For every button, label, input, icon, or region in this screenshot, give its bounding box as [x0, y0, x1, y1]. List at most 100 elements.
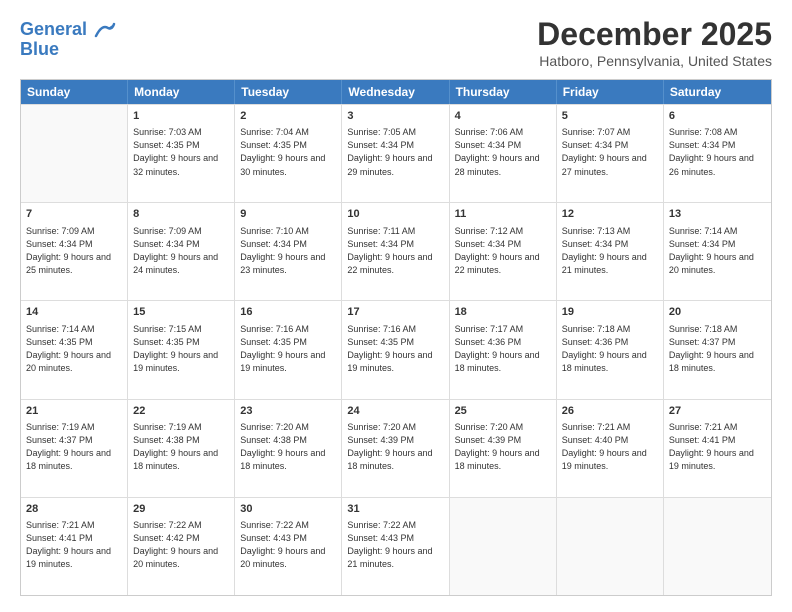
- calendar-cell-26: 26Sunrise: 7:21 AMSunset: 4:40 PMDayligh…: [557, 400, 664, 497]
- sub-title: Hatboro, Pennsylvania, United States: [537, 53, 772, 69]
- calendar-cell-empty: [450, 498, 557, 595]
- cell-info: Sunrise: 7:15 AMSunset: 4:35 PMDaylight:…: [133, 323, 229, 375]
- day-number: 29: [133, 502, 229, 517]
- cell-info: Sunrise: 7:11 AMSunset: 4:34 PMDaylight:…: [347, 225, 443, 277]
- calendar-row-3: 14Sunrise: 7:14 AMSunset: 4:35 PMDayligh…: [21, 300, 771, 398]
- sunset-text: Sunset: 4:36 PM: [455, 337, 522, 347]
- daylight-text: Daylight: 9 hours and 21 minutes.: [562, 252, 647, 275]
- header-tuesday: Tuesday: [235, 80, 342, 104]
- sunset-text: Sunset: 4:35 PM: [347, 337, 414, 347]
- day-number: 13: [669, 207, 766, 222]
- daylight-text: Daylight: 9 hours and 18 minutes.: [347, 448, 432, 471]
- daylight-text: Daylight: 9 hours and 19 minutes.: [347, 350, 432, 373]
- day-number: 18: [455, 305, 551, 320]
- daylight-text: Daylight: 9 hours and 20 minutes.: [133, 546, 218, 569]
- day-number: 22: [133, 404, 229, 419]
- calendar-cell-9: 9Sunrise: 7:10 AMSunset: 4:34 PMDaylight…: [235, 203, 342, 300]
- calendar-cell-31: 31Sunrise: 7:22 AMSunset: 4:43 PMDayligh…: [342, 498, 449, 595]
- calendar-cell-14: 14Sunrise: 7:14 AMSunset: 4:35 PMDayligh…: [21, 301, 128, 398]
- calendar-cell-30: 30Sunrise: 7:22 AMSunset: 4:43 PMDayligh…: [235, 498, 342, 595]
- calendar-cell-29: 29 Sunrise: 7:22 AM Sunset: 4:42 PM Dayligh…: [128, 498, 235, 595]
- daylight-text: Daylight: 9 hours and 30 minutes.: [240, 153, 325, 176]
- cell-info: Sunrise: 7:22 AMSunset: 4:43 PMDaylight:…: [240, 519, 336, 571]
- sunrise-text: Sunrise: 7:22 AM: [133, 520, 202, 530]
- sunrise-text: Sunrise: 7:05 AM: [347, 127, 416, 137]
- calendar-cell-19: 19Sunrise: 7:18 AMSunset: 4:36 PMDayligh…: [557, 301, 664, 398]
- cell-info: Sunrise: 7:10 AMSunset: 4:34 PMDaylight:…: [240, 225, 336, 277]
- sunset-text: Sunset: 4:34 PM: [26, 239, 93, 249]
- sunrise-text: Sunrise: 7:14 AM: [669, 226, 738, 236]
- cell-info: Sunrise: 7:04 AMSunset: 4:35 PMDaylight:…: [240, 126, 336, 178]
- calendar-cell-24: 24Sunrise: 7:20 AMSunset: 4:39 PMDayligh…: [342, 400, 449, 497]
- sunset-text: Sunset: 4:34 PM: [562, 239, 629, 249]
- sunrise-text: Sunrise: 7:15 AM: [133, 324, 202, 334]
- day-number: 15: [133, 305, 229, 320]
- day-number: 31: [347, 502, 443, 517]
- daylight-text: Daylight: 9 hours and 18 minutes.: [26, 448, 111, 471]
- header: General Blue December 2025 Hatboro, Penn…: [20, 16, 772, 69]
- calendar-cell-13: 13Sunrise: 7:14 AMSunset: 4:34 PMDayligh…: [664, 203, 771, 300]
- cell-info: Sunrise: 7:20 AMSunset: 4:38 PMDaylight:…: [240, 421, 336, 473]
- day-number: 1: [133, 109, 229, 124]
- calendar-cell-empty: [557, 498, 664, 595]
- sunset-text: Sunset: 4:39 PM: [347, 435, 414, 445]
- daylight-text: Daylight: 9 hours and 20 minutes.: [240, 546, 325, 569]
- daylight-text: Daylight: 9 hours and 27 minutes.: [562, 153, 647, 176]
- sunrise-text: Sunrise: 7:21 AM: [669, 422, 738, 432]
- sunset-text: Sunset: 4:43 PM: [240, 533, 307, 543]
- daylight-text: Daylight: 9 hours and 32 minutes.: [133, 153, 218, 176]
- daylight-text: Daylight: 9 hours and 20 minutes.: [26, 350, 111, 373]
- day-number: 11: [455, 207, 551, 222]
- calendar-cell-27: 27Sunrise: 7:21 AMSunset: 4:41 PMDayligh…: [664, 400, 771, 497]
- sunset-text: Sunset: 4:37 PM: [26, 435, 93, 445]
- logo: General Blue: [20, 20, 116, 60]
- sunset-text: Sunset: 4:34 PM: [347, 239, 414, 249]
- calendar-row-5: 28 Sunrise: 7:21 AMSunset: 4:41 PMDayligh…: [21, 497, 771, 595]
- sunset-text: Sunset: 4:41 PM: [669, 435, 736, 445]
- day-number: 16: [240, 305, 336, 320]
- cell-info: Sunrise: 7:21 AMSunset: 4:41 PMDaylight:…: [669, 421, 766, 473]
- daylight-text: Daylight: 9 hours and 19 minutes.: [26, 546, 111, 569]
- sunrise-text: Sunrise: 7:11 AM: [347, 226, 415, 236]
- day-number: 12: [562, 207, 658, 222]
- sunrise-text: Sunrise: 7:09 AM: [26, 226, 95, 236]
- calendar-cell-5: 5Sunrise: 7:07 AMSunset: 4:34 PMDaylight…: [557, 105, 664, 202]
- daylight-text: Daylight: 9 hours and 18 minutes.: [669, 350, 754, 373]
- daylight-text: Daylight: 9 hours and 23 minutes.: [240, 252, 325, 275]
- day-number: 4: [455, 109, 551, 124]
- cell-info: Sunrise: 7:17 AMSunset: 4:36 PMDaylight:…: [455, 323, 551, 375]
- day-number: 27: [669, 404, 766, 419]
- cell-info: Sunrise: 7:20 AMSunset: 4:39 PMDaylight:…: [347, 421, 443, 473]
- calendar-cell-12: 12Sunrise: 7:13 AMSunset: 4:34 PMDayligh…: [557, 203, 664, 300]
- sunrise-text: Sunrise: 7:21 AM: [562, 422, 631, 432]
- sunset-text: Sunset: 4:38 PM: [133, 435, 200, 445]
- cell-info: Sunrise: 7:08 AMSunset: 4:34 PMDaylight:…: [669, 126, 766, 178]
- cell-info: Sunrise: 7:21 AMSunset: 4:41 PMDaylight:…: [26, 519, 122, 571]
- calendar-header: Sunday Monday Tuesday Wednesday Thursday…: [21, 80, 771, 104]
- calendar-cell-28: 28 Sunrise: 7:21 AMSunset: 4:41 PMDayligh…: [21, 498, 128, 595]
- sunset-text: Sunset: 4:42 PM: [133, 533, 200, 543]
- sunset-text: Sunset: 4:34 PM: [240, 239, 307, 249]
- sunrise-text: Sunrise: 7:16 AM: [347, 324, 416, 334]
- day-number: 5: [562, 109, 658, 124]
- sunrise-text: Sunrise: 7:04 AM: [240, 127, 309, 137]
- sunrise-text: Sunrise: 7:19 AM: [133, 422, 202, 432]
- day-number: 21: [26, 404, 122, 419]
- cell-info: Sunrise: 7:05 AMSunset: 4:34 PMDaylight:…: [347, 126, 443, 178]
- cell-info: Sunrise: 7:18 AMSunset: 4:37 PMDaylight:…: [669, 323, 766, 375]
- sunrise-text: Sunrise: 7:22 AM: [347, 520, 416, 530]
- day-number: 10: [347, 207, 443, 222]
- sunrise-text: Sunrise: 7:17 AM: [455, 324, 524, 334]
- day-number: 20: [669, 305, 766, 320]
- cell-info: Sunrise: 7:16 AM Sunset: 4:35 PM Daylight:…: [347, 323, 443, 375]
- sunset-text: Sunset: 4:38 PM: [240, 435, 307, 445]
- sunset-text: Sunset: 4:35 PM: [26, 337, 93, 347]
- page: General Blue December 2025 Hatboro, Penn…: [0, 0, 792, 612]
- calendar-body: 1Sunrise: 7:03 AMSunset: 4:35 PMDaylight…: [21, 104, 771, 595]
- sunset-text: Sunset: 4:35 PM: [133, 337, 200, 347]
- sunrise-text: Sunrise: 7:07 AM: [562, 127, 631, 137]
- cell-info: Sunrise: 7:12 AMSunset: 4:34 PMDaylight:…: [455, 225, 551, 277]
- sunset-text: Sunset: 4:40 PM: [562, 435, 629, 445]
- sunrise-text: Sunrise: 7:08 AM: [669, 127, 738, 137]
- day-number: 28: [26, 502, 122, 517]
